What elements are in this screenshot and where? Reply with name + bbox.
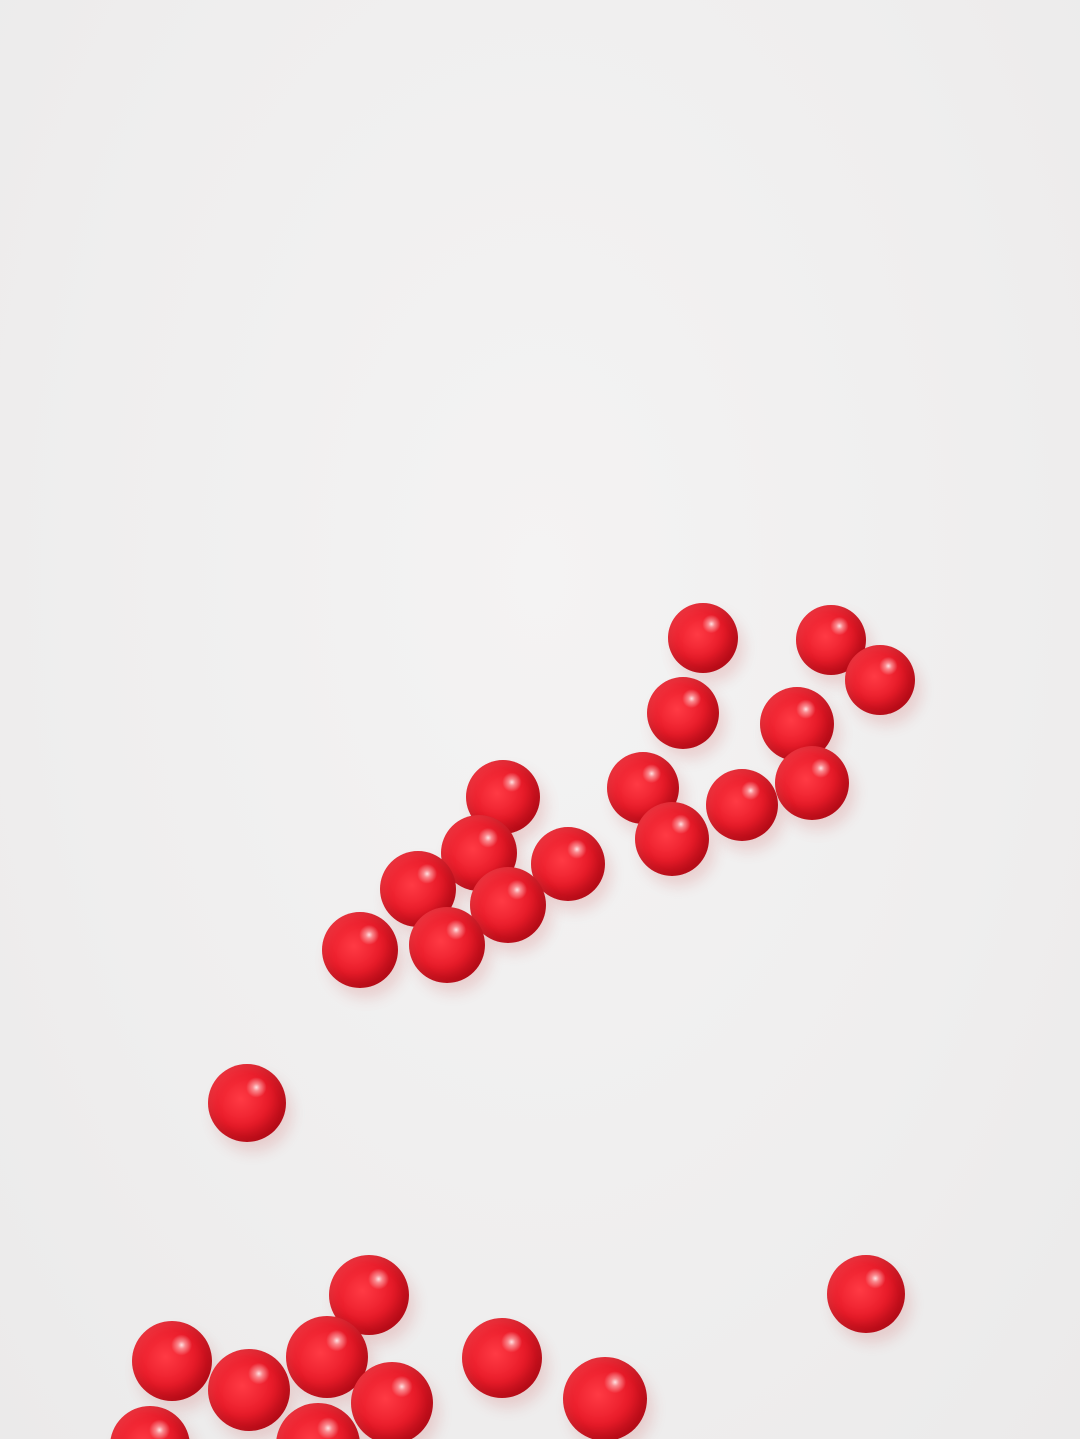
red-bead xyxy=(110,1406,190,1439)
red-bead xyxy=(827,1255,905,1333)
red-bead xyxy=(462,1318,542,1398)
red-bead xyxy=(276,1403,360,1439)
red-bead xyxy=(647,677,719,749)
red-bead xyxy=(208,1349,290,1431)
red-bead xyxy=(775,746,849,820)
red-bead xyxy=(563,1357,647,1439)
red-bead xyxy=(351,1362,433,1439)
red-bead xyxy=(706,769,778,841)
red-bead xyxy=(668,603,738,673)
red-bead xyxy=(845,645,915,715)
red-bead xyxy=(409,907,485,983)
red-bead xyxy=(132,1321,212,1401)
product-photo-scene xyxy=(0,0,1080,1439)
red-bead xyxy=(322,912,398,988)
red-bead xyxy=(635,802,709,876)
red-bead xyxy=(208,1064,286,1142)
